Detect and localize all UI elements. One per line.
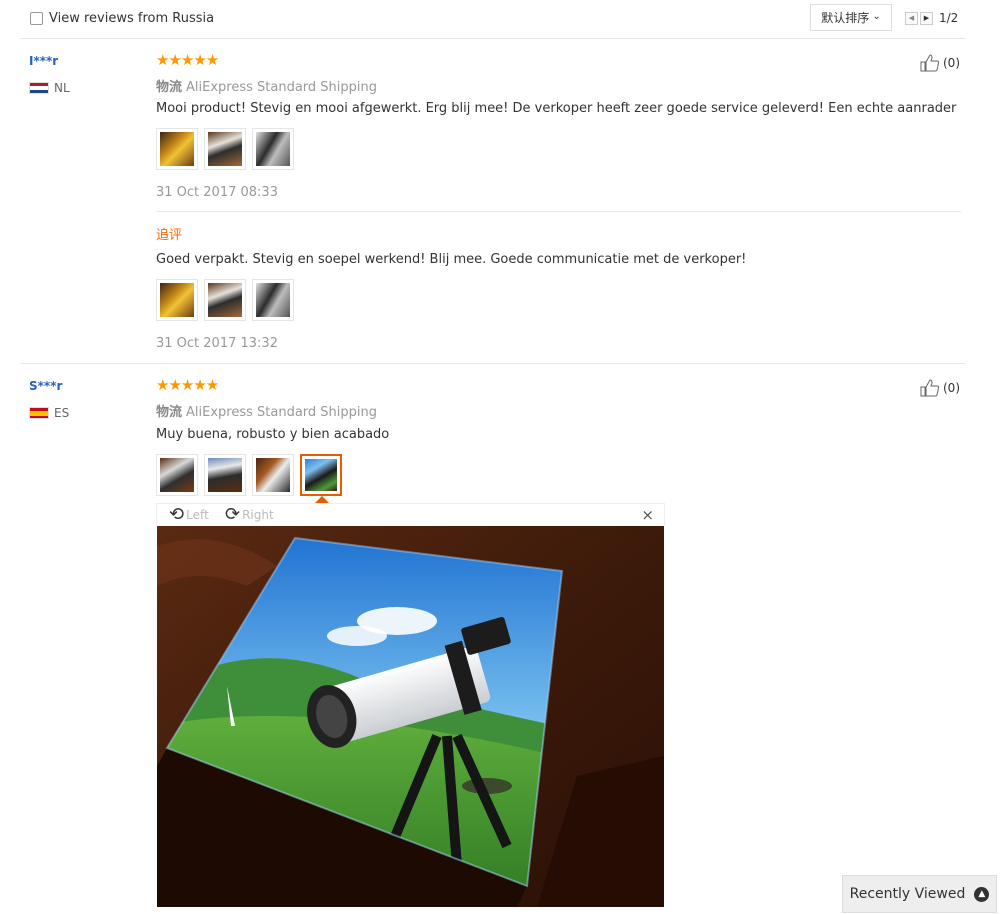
- thumbs-up-icon: [920, 379, 940, 397]
- review-toolbar: View reviews from Russia 默认排序 ⌄ ◀ ▶ 1/2: [20, 0, 965, 39]
- review-photos: [156, 454, 342, 496]
- russia-filter[interactable]: View reviews from Russia: [30, 11, 214, 26]
- shipping-prefix: 物流: [156, 405, 183, 420]
- recently-viewed-button[interactable]: Recently Viewed ▲: [842, 875, 997, 913]
- review-date: 31 Oct 2017 08:33: [156, 185, 278, 200]
- pager: ◀ ▶ 1/2: [905, 11, 958, 25]
- shipping-prefix: 物流: [156, 80, 183, 95]
- country-code: NL: [54, 81, 70, 95]
- rotate-left-label: Left: [186, 508, 209, 522]
- review-photo-thumb[interactable]: [252, 454, 294, 496]
- page-indicator: 1/2: [939, 11, 959, 25]
- reviewer-name[interactable]: S***r: [29, 379, 62, 393]
- next-page-icon[interactable]: ▶: [920, 11, 933, 25]
- review-photo-thumb[interactable]: [204, 128, 246, 170]
- rotate-right-label: Right: [242, 508, 274, 522]
- spain-flag-icon: [29, 407, 49, 419]
- followup-date: 31 Oct 2017 13:32: [156, 336, 278, 351]
- star-rating: ★★★★★: [156, 376, 219, 394]
- review-separator: [20, 363, 965, 364]
- russia-filter-checkbox[interactable]: [30, 12, 43, 25]
- review-photo-thumb[interactable]: [252, 128, 294, 170]
- netherlands-flag-icon: [29, 82, 49, 94]
- review-photo-thumb[interactable]: [204, 454, 246, 496]
- shipping-method: 物流 AliExpress Standard Shipping: [156, 401, 377, 420]
- reviewer-name[interactable]: I***r: [29, 54, 58, 68]
- sort-dropdown[interactable]: 默认排序 ⌄: [810, 4, 892, 31]
- rotate-right-button[interactable]: ⟳ Right: [225, 506, 274, 524]
- followup-divider: [156, 211, 961, 212]
- viewer-toolbar: ⟲ Left ⟳ Right ×: [156, 503, 665, 526]
- followup-photo-thumb[interactable]: [156, 279, 198, 321]
- sort-label: 默认排序: [821, 11, 870, 25]
- like-count: (0): [943, 56, 960, 70]
- shipping-text: AliExpress Standard Shipping: [186, 80, 378, 95]
- shipping-method: 物流 AliExpress Standard Shipping: [156, 76, 377, 95]
- prev-page-icon[interactable]: ◀: [905, 11, 918, 25]
- reviewer-country: ES: [29, 406, 69, 420]
- telescope-box-photo: [157, 526, 664, 907]
- photo-viewer-image: [157, 526, 664, 907]
- russia-filter-label[interactable]: View reviews from Russia: [49, 11, 214, 26]
- shipping-text: AliExpress Standard Shipping: [186, 405, 378, 420]
- chevron-down-icon: ⌄: [872, 11, 881, 22]
- followup-text: Goed verpakt. Stevig en soepel werkend! …: [156, 252, 747, 267]
- star-rating: ★★★★★: [156, 51, 219, 69]
- country-code: ES: [54, 406, 70, 420]
- review-item: I***r NL ★★★★★ (0) 物流 AliExpress Standard…: [20, 38, 965, 365]
- rotate-right-icon: ⟳: [225, 504, 241, 525]
- close-icon[interactable]: ×: [641, 506, 654, 524]
- like-button[interactable]: (0): [920, 379, 960, 397]
- thumbs-up-icon: [920, 54, 940, 72]
- review-photo-thumb[interactable]: [156, 128, 198, 170]
- like-count: (0): [943, 381, 960, 395]
- review-text: Mooi product! Stevig en mooi afgewerkt. …: [156, 101, 957, 116]
- followup-photo-thumb[interactable]: [204, 279, 246, 321]
- review-photo-thumb-selected[interactable]: [300, 454, 342, 496]
- followup-photo-thumb[interactable]: [252, 279, 294, 321]
- recently-viewed-label: Recently Viewed: [849, 886, 966, 902]
- reviewer-country: NL: [29, 81, 70, 95]
- review-photo-thumb[interactable]: [156, 454, 198, 496]
- followup-photos: [156, 279, 294, 321]
- review-photos: [156, 128, 294, 170]
- review-text: Muy buena, robusto y bien acabado: [156, 427, 390, 442]
- rotate-left-icon: ⟲: [169, 504, 185, 525]
- followup-title: 追评: [156, 228, 183, 243]
- photo-viewer: ⟲ Left ⟳ Right ×: [156, 496, 665, 911]
- viewer-caret: [315, 496, 329, 503]
- like-button[interactable]: (0): [920, 54, 960, 72]
- chevron-up-icon: ▲: [974, 886, 990, 902]
- rotate-left-button[interactable]: ⟲ Left: [169, 506, 209, 524]
